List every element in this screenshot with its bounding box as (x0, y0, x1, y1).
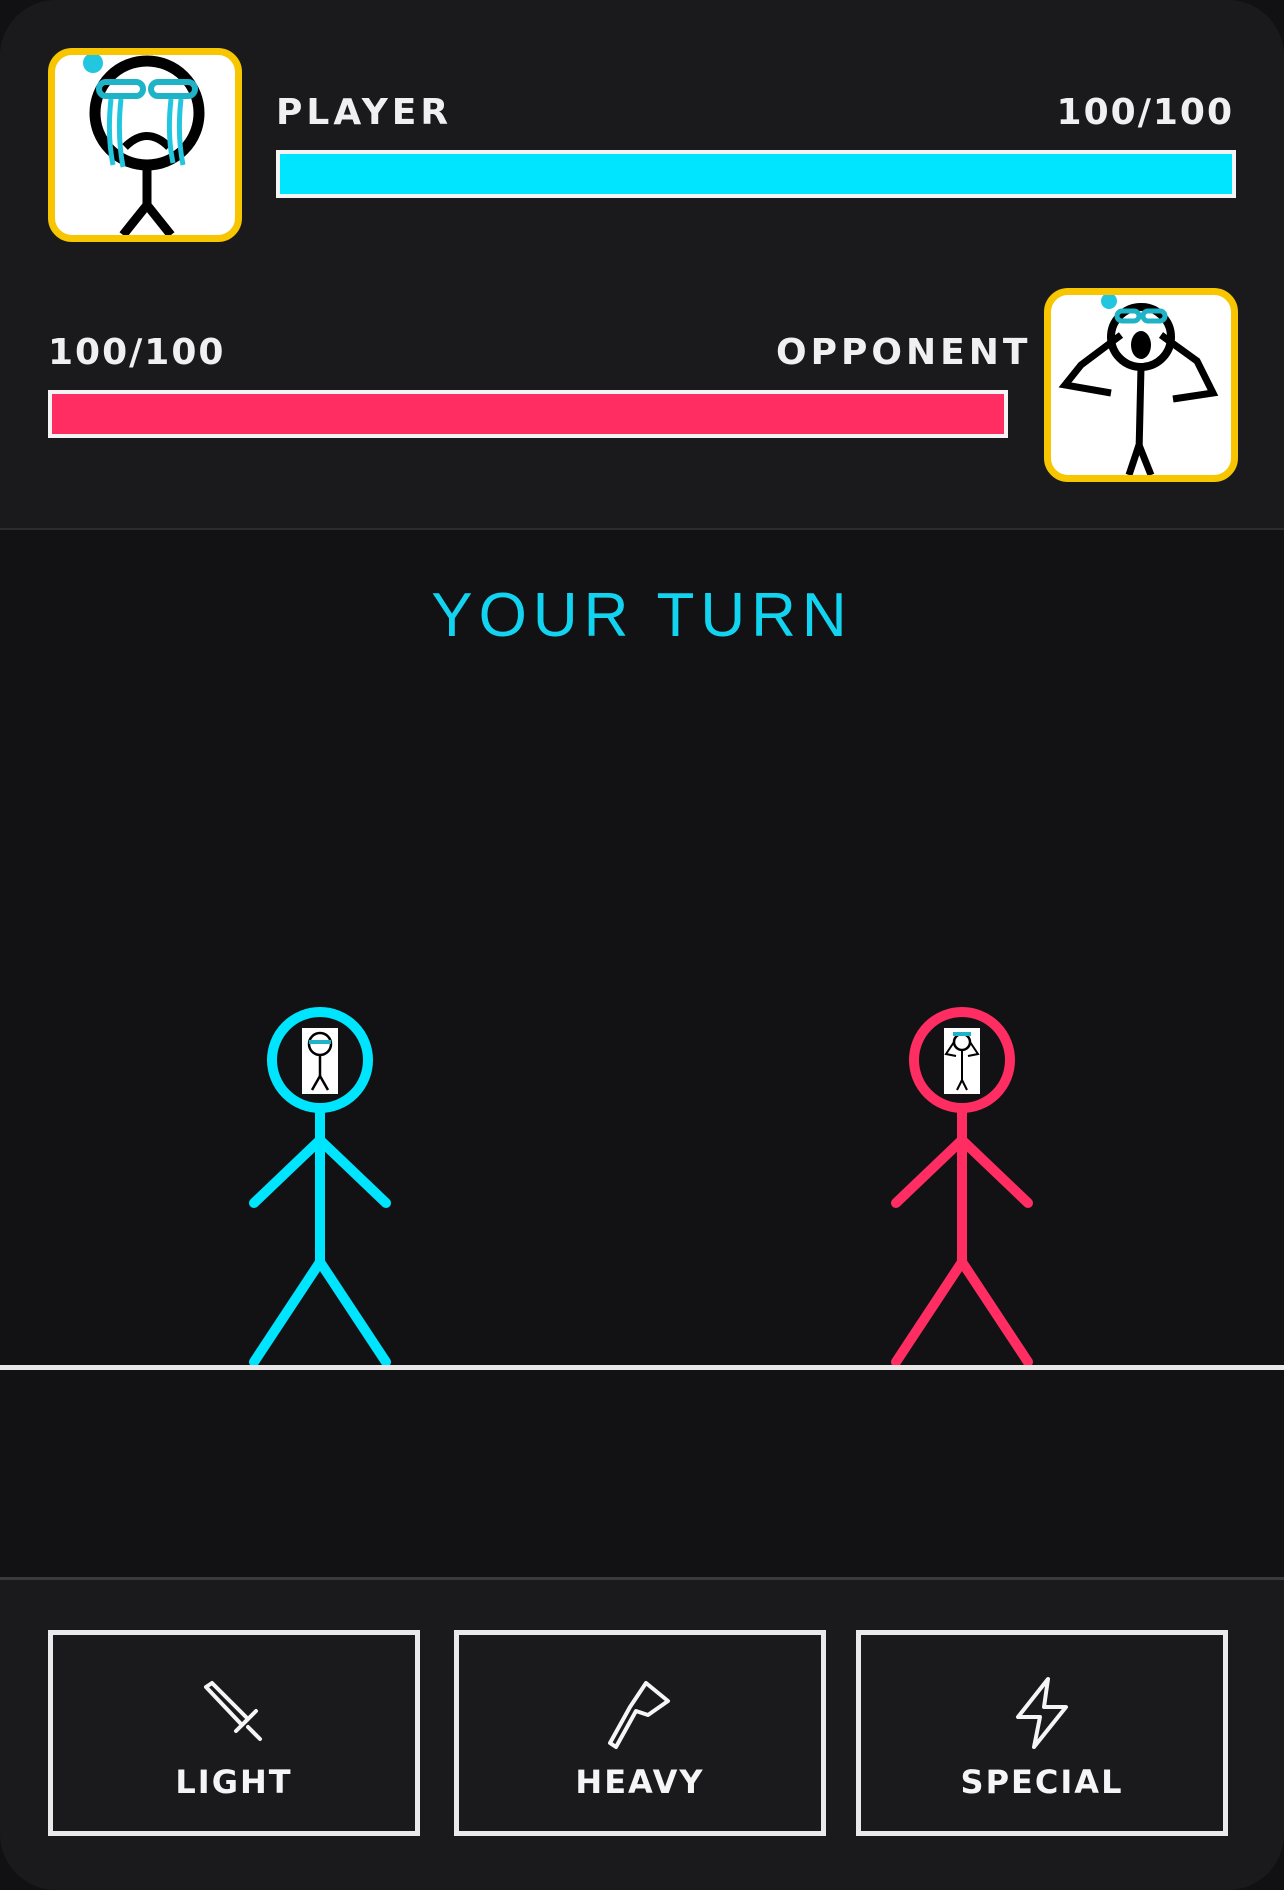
ground-line (0, 1365, 1284, 1370)
heavy-attack-button[interactable]: HEAVY (454, 1630, 826, 1836)
opponent-avatar (1044, 288, 1238, 482)
player-health-bar (276, 150, 1236, 198)
player-avatar (48, 48, 242, 242)
sword-icon (204, 1681, 262, 1741)
axe-icon (608, 1681, 670, 1749)
battle-arena (0, 530, 1284, 1578)
light-attack-button[interactable]: LIGHT (48, 1630, 420, 1836)
player-fighter (249, 1007, 391, 1367)
lightning-icon (1016, 1677, 1068, 1749)
opponent-hp-text: 100/100 (48, 332, 226, 373)
opponent-health-bar (48, 390, 1008, 438)
opponent-health-fill (52, 394, 1004, 434)
turn-indicator: YOUR TURN (431, 581, 853, 650)
player-name: PLAYER (276, 92, 453, 133)
light-attack-label: LIGHT (175, 1763, 293, 1801)
controls-divider (0, 1577, 1284, 1580)
game-card: PLAYER 100/100 100/100 OPPONENT YOUR TUR… (0, 0, 1284, 1890)
status-header: PLAYER 100/100 100/100 OPPONENT (0, 0, 1284, 530)
opponent-fighter (891, 1007, 1033, 1367)
screaming-stickman-icon (1058, 295, 1219, 475)
special-attack-label: SPECIAL (960, 1763, 1124, 1801)
opponent-name: OPPONENT (776, 332, 1032, 373)
player-health-fill (280, 154, 1232, 194)
special-attack-button[interactable]: SPECIAL (856, 1630, 1228, 1836)
heavy-attack-label: HEAVY (575, 1763, 705, 1801)
player-hp-text: 100/100 (1056, 92, 1234, 133)
crying-stickman-icon (83, 55, 205, 235)
